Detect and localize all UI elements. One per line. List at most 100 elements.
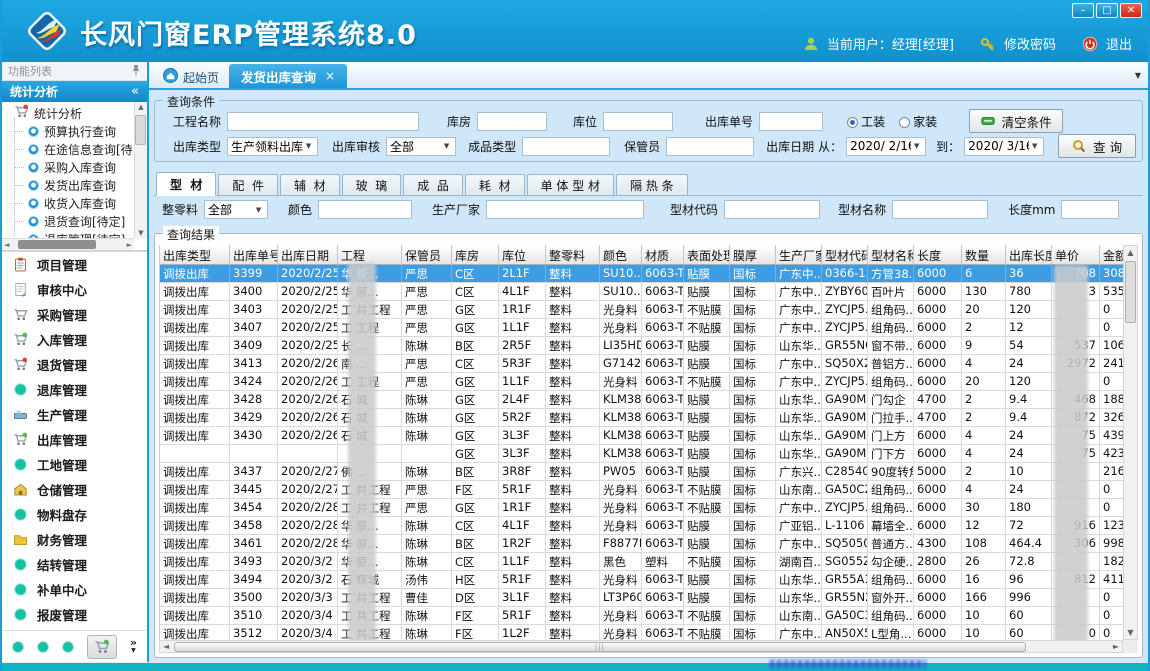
column-header-10[interactable]: 表面处理: [684, 245, 730, 264]
table-row-16[interactable]: 调拨出库34932020/3/2华 原...陈琳C区1L1F整料黑色塑料不贴膜国…: [160, 553, 1123, 571]
date-from-picker[interactable]: 2020/ 2/16▼: [846, 137, 926, 156]
table-row-15[interactable]: 调拨出库34612020/2/28华 原...陈琳B区1R2F整料F8877FT…: [160, 535, 1123, 553]
column-header-14[interactable]: 型材名称: [868, 245, 914, 264]
profile-name-input[interactable]: [892, 200, 988, 219]
logout-link[interactable]: 退出: [1106, 34, 1132, 53]
profile-code-input[interactable]: [724, 200, 820, 219]
tab-close-icon[interactable]: ×: [325, 69, 335, 83]
search-button[interactable]: 查 询: [1058, 134, 1136, 158]
table-row-8[interactable]: 调拨出库34292020/2/26石 城陈琳G区5R2F整料KLM3817606…: [160, 409, 1123, 427]
radio-gongzhuang[interactable]: 工装: [847, 113, 885, 130]
tree-root-statistics[interactable]: 统计分析: [2, 104, 134, 122]
table-row-3[interactable]: 调拨出库34072020/2/25工 工程严思G区1L1F整料光身料6063-T…: [160, 319, 1123, 337]
sidebar-section-statistics[interactable]: 统计分析 «: [2, 81, 147, 102]
table-row-20[interactable]: 调拨出库35122020/3/4工 共工程陈琳F区1L2F整料光身料6063-T…: [160, 625, 1123, 640]
sidebar-item-12[interactable]: 结转管理: [2, 552, 147, 577]
table-hscroll-thumb[interactable]: |||: [174, 642, 1026, 652]
overflow-chevron[interactable]: »▼: [130, 639, 137, 655]
pin-icon[interactable]: [131, 64, 141, 79]
sidebar-item-11[interactable]: 财务管理: [2, 527, 147, 552]
sidebar-item-0[interactable]: 项目管理: [2, 252, 147, 277]
column-header-3[interactable]: 工程: [338, 245, 402, 264]
warehouse-input[interactable]: [477, 112, 547, 131]
column-header-11[interactable]: 膜厚: [730, 245, 776, 264]
material-tab-6[interactable]: 单 体 型 材: [527, 174, 614, 195]
maximize-button[interactable]: □: [1096, 3, 1118, 18]
color-input[interactable]: [318, 200, 412, 219]
location-input[interactable]: [603, 112, 673, 131]
whole-part-select[interactable]: 全部▼: [204, 200, 268, 219]
material-tab-0[interactable]: 型 材: [156, 172, 216, 196]
date-to-picker[interactable]: 2020/ 3/16▼: [964, 137, 1044, 156]
product-type-input[interactable]: [522, 137, 610, 156]
sidebar-item-1[interactable]: 审核中心: [2, 277, 147, 302]
factory-input[interactable]: [486, 200, 644, 219]
column-header-12[interactable]: 生产厂家: [776, 245, 822, 264]
length-input[interactable]: [1061, 200, 1119, 219]
column-header-19[interactable]: 金额: [1100, 245, 1123, 264]
tree-item-2[interactable]: 采购入库查询: [2, 158, 134, 176]
order-no-input[interactable]: [759, 112, 823, 131]
audit-select[interactable]: 全部▼: [386, 137, 456, 156]
tree-item-5[interactable]: 退货查询[待定]: [2, 212, 134, 230]
clear-conditions-button[interactable]: 清空条件: [969, 109, 1063, 133]
column-header-1[interactable]: 出库单号: [230, 245, 278, 264]
keeper-input[interactable]: [666, 137, 754, 156]
change-password-link[interactable]: 修改密码: [1004, 34, 1056, 53]
material-tab-1[interactable]: 配 件: [218, 174, 278, 195]
tab-shipment-query[interactable]: 发货出库查询 ×: [229, 64, 347, 88]
material-tab-7[interactable]: 隔 热 条: [616, 174, 688, 195]
table-row-4[interactable]: 调拨出库34092020/2/25长 ...陈琳B区2R5F整料LI35HD60…: [160, 337, 1123, 355]
project-name-input[interactable]: [227, 112, 419, 131]
table-row-14[interactable]: 调拨出库34582020/2/28华 原...陈琳C区4L1F整料光身料6063…: [160, 517, 1123, 535]
sidebar-item-2[interactable]: 采购管理: [2, 302, 147, 327]
column-header-2[interactable]: 出库日期: [278, 245, 338, 264]
column-header-8[interactable]: 颜色: [600, 245, 642, 264]
sidebar-item-4[interactable]: 退货管理: [2, 352, 147, 377]
tree-item-3[interactable]: 发货出库查询: [2, 176, 134, 194]
minimize-button[interactable]: –: [1072, 3, 1094, 18]
table-row-1[interactable]: 调拨出库34002020/2/25华 原...严思C区4L1F整料SU10...…: [160, 283, 1123, 301]
material-tab-2[interactable]: 辅 材: [280, 174, 340, 195]
sidebar-item-13[interactable]: 补单中心: [2, 577, 147, 602]
tree-hscroll-thumb[interactable]: [18, 240, 96, 249]
tab-overflow-icon[interactable]: ▼: [1135, 71, 1141, 80]
table-row-10[interactable]: G区3L3F整料KLM38176063-T5贴膜国标山东华...GA90M09.…: [160, 445, 1123, 463]
tree-item-1[interactable]: 在途信息查询[待: [2, 140, 134, 158]
dot-icon[interactable]: [12, 641, 24, 653]
table-row-11[interactable]: 调拨出库34372020/2/27佛 ...陈琳B区3R8F整料PW056063…: [160, 463, 1123, 481]
table-row-2[interactable]: 调拨出库34032020/2/25工 共工程严思G区1R1F整料光身料6063-…: [160, 301, 1123, 319]
table-row-17[interactable]: 调拨出库34942020/3/2石 辉城汤伟H区5R1F整料光身料6063-T5…: [160, 571, 1123, 589]
close-button[interactable]: ✕: [1120, 3, 1142, 18]
column-header-13[interactable]: 型材代码: [822, 245, 868, 264]
sidebar-item-5[interactable]: 退库管理: [2, 377, 147, 402]
column-header-7[interactable]: 整零料: [546, 245, 600, 264]
material-tab-4[interactable]: 成 品: [403, 174, 463, 195]
column-header-0[interactable]: 出库类型: [160, 245, 230, 264]
column-header-17[interactable]: 出库长度: [1006, 245, 1052, 264]
column-header-16[interactable]: 数量: [962, 245, 1006, 264]
table-row-13[interactable]: 调拨出库34542020/2/28工 共工程严思G区1R1F整料光身料6063-…: [160, 499, 1123, 517]
collapse-icon[interactable]: «: [131, 84, 139, 99]
column-header-18[interactable]: 单价: [1052, 245, 1100, 264]
table-row-12[interactable]: 调拨出库34452020/2/27工 共工程严思F区5R1F整料光身料6063-…: [160, 481, 1123, 499]
outbound-type-select[interactable]: 生产领料出库▼: [227, 137, 318, 156]
column-header-6[interactable]: 库位: [499, 245, 546, 264]
sidebar-item-10[interactable]: 物料盘存: [2, 502, 147, 527]
dot-icon[interactable]: [37, 641, 49, 653]
column-header-4[interactable]: 保管员: [402, 245, 452, 264]
table-row-5[interactable]: 调拨出库34132020/2/26南 ...严思C区5R3F整料G7142260…: [160, 355, 1123, 373]
column-header-5[interactable]: 库房: [452, 245, 499, 264]
column-header-15[interactable]: 长度: [914, 245, 962, 264]
table-row-7[interactable]: 调拨出库34282020/2/26石 城陈琳G区2L4F整料KLM3817606…: [160, 391, 1123, 409]
table-row-19[interactable]: 调拨出库35102020/3/4工 共工程陈琳F区5R1F整料光身料6063-T…: [160, 607, 1123, 625]
table-row-9[interactable]: 调拨出库34302020/2/26石 城陈琳G区3L3F整料KLM3817606…: [160, 427, 1123, 445]
material-tab-3[interactable]: 玻 璃: [342, 174, 402, 195]
sidebar-item-8[interactable]: 工地管理: [2, 452, 147, 477]
material-tab-5[interactable]: 耗 材: [465, 174, 525, 195]
table-vscroll-thumb[interactable]: [1125, 261, 1136, 323]
tree-item-0[interactable]: 预算执行查询: [2, 122, 134, 140]
table-row-0[interactable]: 调拨出库33992020/2/25华 原...严思C区2L1F整料SU10...…: [160, 265, 1123, 283]
tree-scroll-thumb[interactable]: [135, 115, 146, 145]
tree-item-4[interactable]: 收货入库查询: [2, 194, 134, 212]
